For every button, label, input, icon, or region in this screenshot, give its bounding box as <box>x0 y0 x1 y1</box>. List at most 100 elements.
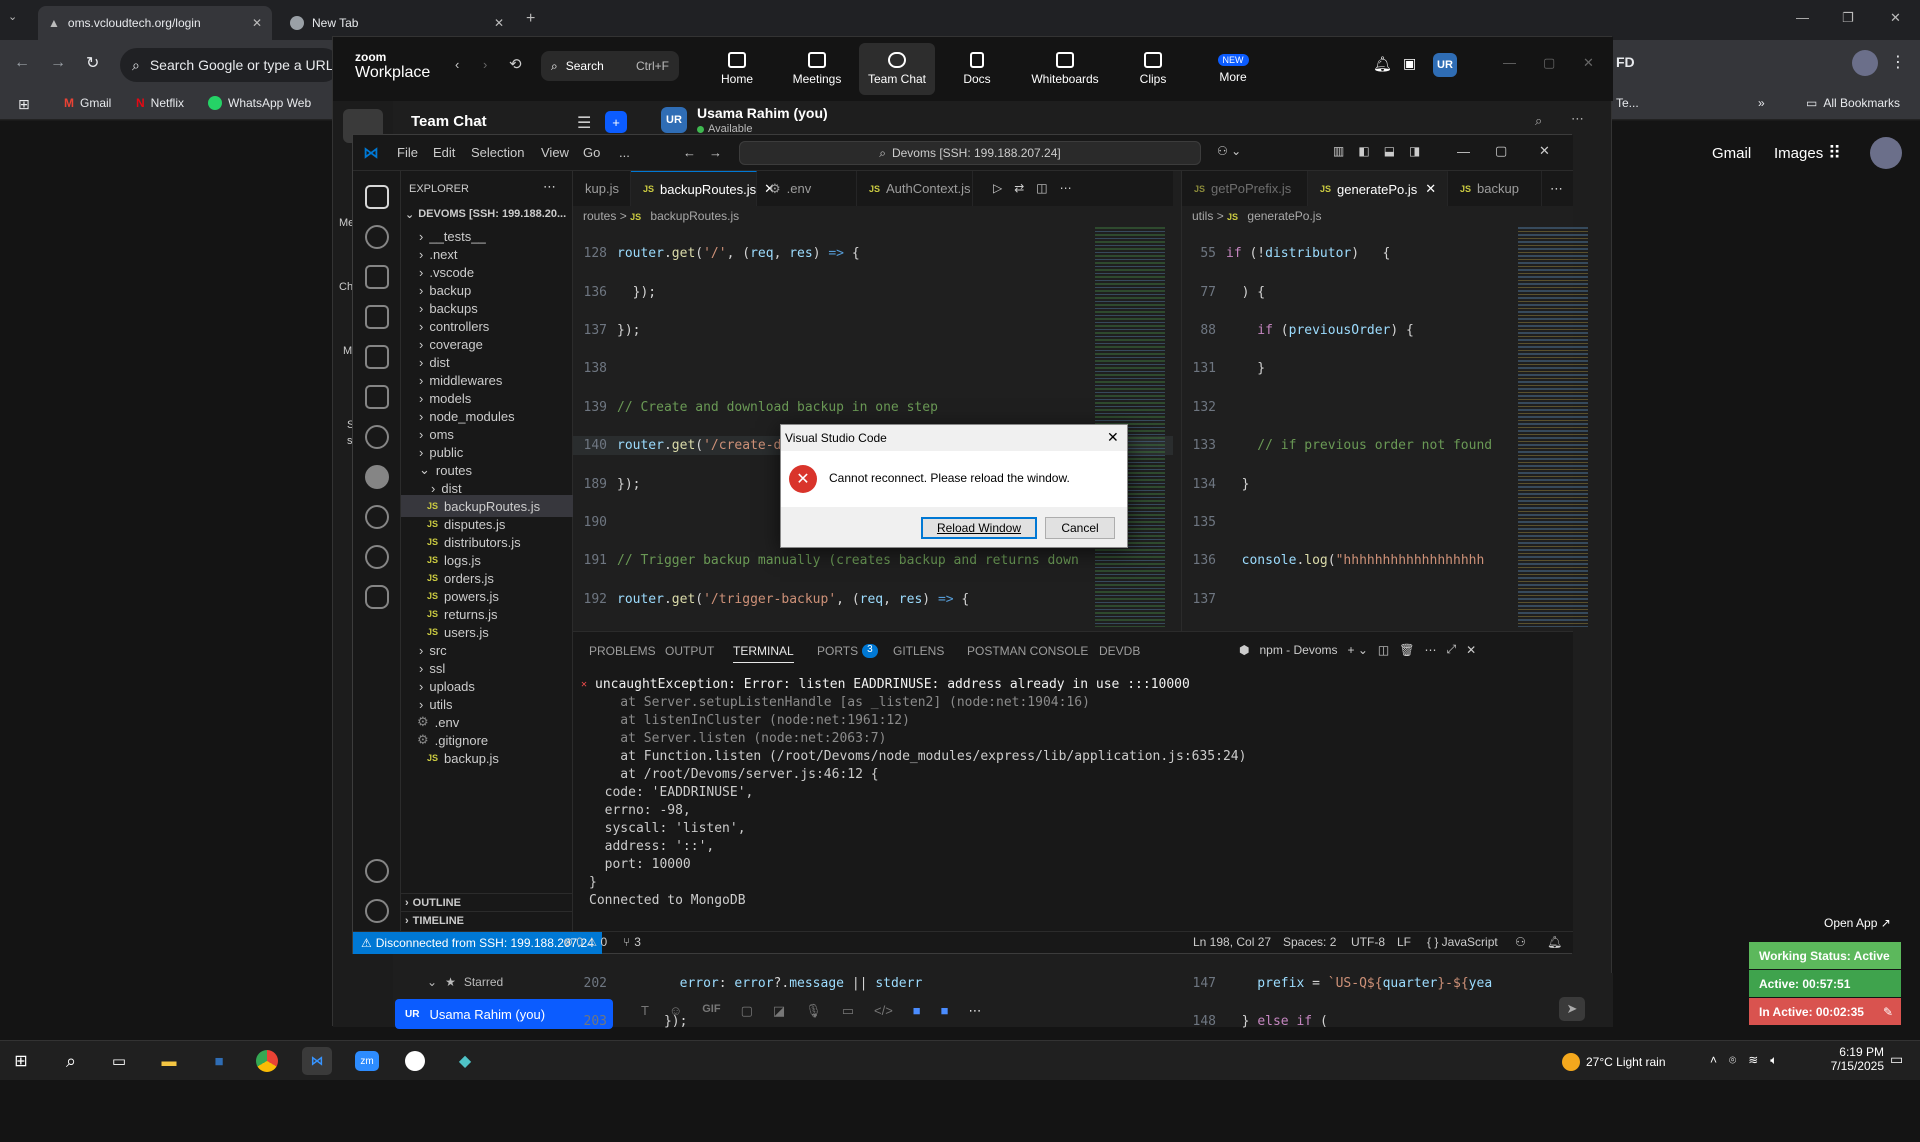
menu-edit[interactable]: Edit <box>433 145 455 160</box>
gear-icon[interactable] <box>365 899 389 923</box>
breadcrumb-segment[interactable]: backupRoutes.js <box>650 209 739 223</box>
indentation[interactable]: Spaces: 2 <box>1283 935 1336 949</box>
chevron-down-icon[interactable]: ⌄ <box>475 115 484 128</box>
windows-start-icon[interactable]: ⊞ <box>6 1047 36 1075</box>
gitlens-icon[interactable] <box>365 425 389 449</box>
nav-meetings[interactable]: Meetings <box>779 43 855 95</box>
minimize-icon[interactable]: — <box>1457 144 1470 159</box>
bell-icon[interactable]: 🔔︎ <box>1547 935 1562 949</box>
back-icon[interactable]: ‹ <box>455 57 459 72</box>
bookmark-whatsapp[interactable]: WhatsApp Web <box>208 96 311 110</box>
breadcrumb-segment[interactable]: generatePo.js <box>1247 209 1321 223</box>
tab-env[interactable]: ⚙ .env <box>757 171 857 206</box>
source-control-icon[interactable] <box>365 265 389 289</box>
file-explorer-icon[interactable]: ▬ <box>154 1047 184 1075</box>
nav-whiteboards[interactable]: Whiteboards <box>1019 43 1111 95</box>
more-icon[interactable]: ⋯ <box>543 179 556 195</box>
add-terminal-icon[interactable]: + ⌄ <box>1348 643 1368 657</box>
tab-getpoprefix-js[interactable]: JS getPoPrefix.js <box>1182 171 1308 206</box>
tab-backup[interactable]: JS backup <box>1448 171 1542 206</box>
timeline-icon[interactable] <box>365 505 389 529</box>
menu-view[interactable]: View <box>541 145 569 160</box>
panel-tab-postman[interactable]: POSTMAN CONSOLE <box>967 644 1088 658</box>
cursor-position[interactable]: Ln 198, Col 27 <box>1193 935 1271 949</box>
new-chat-button[interactable]: + <box>605 111 627 133</box>
more-icon[interactable]: ⋯ <box>1060 181 1072 195</box>
more-icon[interactable]: ⋯ <box>1550 181 1563 197</box>
avatar[interactable]: UR <box>1433 53 1457 77</box>
panel-tab-output[interactable]: OUTPUT <box>665 644 714 658</box>
forward-icon[interactable]: → <box>709 145 722 160</box>
bookmark-te[interactable]: Te... <box>1616 96 1639 110</box>
reload-window-button[interactable]: Reload Window <box>921 517 1037 539</box>
store-icon[interactable]: ■ <box>204 1047 234 1075</box>
close-icon[interactable]: ✕ <box>1583 55 1594 71</box>
maximize-icon[interactable]: ▢ <box>1543 55 1555 71</box>
tab-backuproutes-js[interactable]: JS backupRoutes.js ✕ <box>631 171 775 206</box>
send-icon[interactable]: ➤ <box>1559 997 1585 1021</box>
panel-tab-ports[interactable]: PORTS 3 <box>817 644 878 658</box>
menu-file[interactable]: File <box>397 145 418 160</box>
tab-search-icon[interactable]: ⌄ <box>8 10 30 30</box>
problems-count[interactable]: ⊗ 0 ⚠ 0 <box>563 935 607 949</box>
nav-team-chat[interactable]: Team Chat <box>859 43 935 95</box>
search-icon[interactable]: ⌕ <box>1535 113 1542 129</box>
notification-icon[interactable]: ▭ <box>1890 1051 1903 1068</box>
tab-new-tab[interactable]: New Tab ✕ <box>280 6 514 40</box>
app-icon[interactable] <box>400 1047 430 1075</box>
back-icon[interactable]: ← <box>683 145 696 160</box>
tab-authcontext-js[interactable]: JS AuthContext.js <box>857 171 973 206</box>
profile-avatar[interactable] <box>1852 50 1878 76</box>
filter-icon[interactable]: ☰ <box>577 113 591 133</box>
extension-badge[interactable]: FD <box>1616 54 1635 70</box>
toggle-panel-icon[interactable]: ⬓ <box>1384 144 1395 158</box>
terminal-name[interactable]: npm - Devoms <box>1259 643 1337 657</box>
copilot-status-icon[interactable]: ⚇ <box>1515 935 1526 949</box>
panel-tab-devdb[interactable]: DEVDB <box>1099 644 1140 658</box>
close-icon[interactable]: ✕ <box>1107 429 1119 446</box>
apps-icon[interactable]: ⊞ <box>18 96 30 113</box>
google-account-avatar[interactable] <box>1870 137 1902 169</box>
weather-widget[interactable]: 27°C Light rain <box>1562 1053 1666 1071</box>
outline-section[interactable]: › OUTLINE <box>401 893 573 911</box>
menu-selection[interactable]: Selection <box>471 145 524 160</box>
language-mode[interactable]: { } JavaScript <box>1427 935 1498 949</box>
explorer-icon[interactable] <box>365 185 389 209</box>
clock[interactable]: 6:19 PM 7/15/2025 <box>1820 1045 1884 1073</box>
close-icon[interactable]: ✕ <box>1539 143 1550 159</box>
split-terminal-icon[interactable]: ◫ <box>1378 643 1389 657</box>
tab-kup-js[interactable]: kup.js <box>573 171 631 206</box>
google-images-link[interactable]: Images <box>1774 145 1823 162</box>
nav-home[interactable]: Home <box>699 43 775 95</box>
breadcrumb-segment[interactable]: utils <box>1192 209 1213 223</box>
maximize-icon[interactable]: ▢ <box>1495 143 1507 159</box>
nav-docs[interactable]: Docs <box>939 43 1015 95</box>
extensions-icon[interactable] <box>365 345 389 369</box>
pencil-icon[interactable]: ✎ <box>1883 1005 1893 1019</box>
vscode-icon[interactable]: ⋈ <box>302 1047 332 1075</box>
panel-tab-problems[interactable]: PROBLEMS <box>589 644 656 658</box>
cancel-button[interactable]: Cancel <box>1045 517 1115 539</box>
postman-icon[interactable] <box>365 465 389 489</box>
menu-icon[interactable]: ⋮ <box>1890 52 1906 72</box>
split-editor-icon[interactable]: ◫ <box>1036 181 1047 195</box>
bookmark-netflix[interactable]: N Netflix <box>136 96 184 110</box>
tab-generatepo-js[interactable]: JS generatePo.js ✕ <box>1308 171 1448 206</box>
menu-more[interactable]: ... <box>619 145 630 160</box>
chevron-up-icon[interactable]: ˄ <box>1710 1053 1717 1068</box>
copilot-icon[interactable]: ⚇ ⌄ <box>1217 144 1241 158</box>
thunder-icon[interactable] <box>365 545 389 569</box>
tab-oms-login[interactable]: ▲ oms.vcloudtech.org/login ✕ <box>38 6 272 40</box>
bookmark-gmail[interactable]: M Gmail <box>64 96 111 110</box>
search-icon[interactable] <box>365 225 389 249</box>
layout-icon[interactable]: ▥ <box>1333 144 1344 158</box>
back-icon[interactable]: ← <box>14 54 30 72</box>
ports-status[interactable]: ⑂ 3 <box>623 935 641 949</box>
breadcrumb-segment[interactable]: routes <box>583 209 616 223</box>
tree-item[interactable]: JS backup.js <box>401 747 573 769</box>
zoom-icon[interactable]: zm <box>352 1047 382 1075</box>
calendar-icon[interactable]: ▣ <box>1403 55 1416 72</box>
maximize-panel-icon[interactable]: ⤢ <box>1447 642 1457 657</box>
bell-icon[interactable]: 🔔︎ <box>1373 55 1392 73</box>
reload-icon[interactable]: ↻ <box>86 53 99 73</box>
